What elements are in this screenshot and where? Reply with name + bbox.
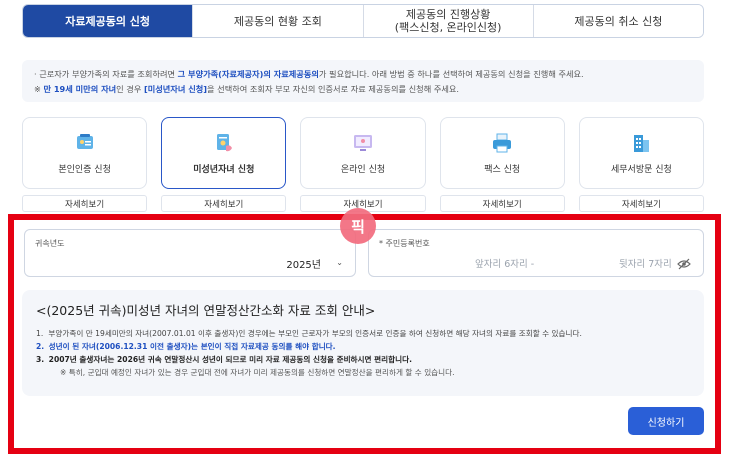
guide-list: 1. 부양가족이 만 19세미만의 자녀(2007.01.01 이후 출생자)인… <box>36 327 690 366</box>
details-button[interactable]: 자세히보기 <box>161 195 287 212</box>
method-card-minor-child[interactable]: 미성년자녀 신청 <box>161 117 287 189</box>
tab-consent-progress[interactable]: 제공동의 진행상황 (팩스신청, 온라인신청) <box>362 5 533 37</box>
item-text: 2007년 출생자녀는 2026년 귀속 연말정산시 성년이 되므로 미리 자료… <box>48 355 412 364</box>
watermark-badge: 픽 <box>340 208 376 244</box>
ssn-front-input[interactable]: 앞자리 6자리 - <box>475 256 534 270</box>
notice-text: 가 필요합니다. 아래 방법 중 하나를 선택하여 제공동의 신청을 진행해 주… <box>318 69 584 79</box>
method-cards: 본인인증 신청 자세히보기 미성년자녀 신청 자세히보기 온라인 신청 자세히보… <box>22 117 705 212</box>
method-column: 세무서방문 신청 자세히보기 <box>578 117 705 212</box>
item-text: 성년이 된 자녀(2006.12.31 이전 출생자)는 본인이 직접 자료제공… <box>48 342 336 351</box>
item-number: 2. <box>36 342 45 351</box>
guide-item: 3. 2007년 출생자녀는 2026년 귀속 연말정산시 성년이 되므로 미리… <box>36 353 690 366</box>
method-card-online[interactable]: 온라인 신청 <box>300 117 426 189</box>
id-card-icon <box>74 132 96 154</box>
monitor-icon <box>352 132 374 154</box>
tab-bar: 자료제공동의 신청 제공동의 현황 조회 제공동의 진행상황 (팩스신청, 온라… <box>22 4 704 38</box>
guide-item: 1. 부양가족이 만 19세미만의 자녀(2007.01.01 이후 출생자)인… <box>36 327 690 340</box>
method-column: 본인인증 신청 자세히보기 <box>22 117 148 212</box>
notice-highlight: [미성년자녀 신청] <box>143 84 208 94</box>
notice-highlight: 만 19세 미만의 자녀 <box>43 84 117 94</box>
method-column: 미성년자녀 신청 자세히보기 <box>161 117 287 212</box>
method-column: 팩스 신청 자세히보기 <box>439 117 565 212</box>
notice-line-1: · 근로자가 부양가족의 자료를 조회하려면 그 부양가족(자료제공자)의 자료… <box>34 67 692 82</box>
method-label: 온라인 신청 <box>340 164 386 175</box>
method-label: 미성년자녀 신청 <box>193 164 255 175</box>
ssn-back-input[interactable]: 뒷자리 7자리 <box>619 256 672 270</box>
tab-consent-status[interactable]: 제공동의 현황 조회 <box>192 5 363 37</box>
eye-slash-icon[interactable] <box>677 255 691 270</box>
tab-data-consent-request[interactable]: 자료제공동의 신청 <box>23 5 193 37</box>
method-card-tax-office-visit[interactable]: 세무서방문 신청 <box>578 117 705 189</box>
fax-printer-icon <box>491 132 513 154</box>
notice-text: · 근로자가 부양가족의 자료를 조회하려면 <box>34 69 178 79</box>
details-button[interactable]: 자세히보기 <box>578 195 705 212</box>
method-label: 세무서방문 신청 <box>611 164 672 175</box>
item-text: 부양가족이 만 19세미만의 자녀(2007.01.01 이후 출생자)인 경우… <box>48 329 582 338</box>
tab-consent-cancel[interactable]: 제공동의 취소 신청 <box>532 5 703 37</box>
apply-button[interactable]: 신청하기 <box>628 407 704 435</box>
selected-year: 2025년 <box>286 260 321 271</box>
child-document-icon <box>213 132 235 154</box>
guide-item: 2. 성년이 된 자녀(2006.12.31 이전 출생자)는 본인이 직접 자… <box>36 340 690 353</box>
method-label: 본인인증 신청 <box>58 164 111 175</box>
guide-title: <(2025년 귀속)미성년 자녀의 연말정산간소화 자료 조회 안내> <box>36 303 376 318</box>
method-column: 온라인 신청 자세히보기 <box>300 117 426 212</box>
item-number: 3. <box>36 355 45 364</box>
resident-number-field[interactable]: * 주민등록번호 앞자리 6자리 - 뒷자리 7자리 <box>368 229 704 277</box>
method-label: 팩스 신청 <box>484 164 521 175</box>
details-button[interactable]: 자세히보기 <box>22 195 148 212</box>
notice-text: 인 경우 <box>116 84 144 94</box>
method-card-fax[interactable]: 팩스 신청 <box>439 117 565 189</box>
field-label: * 주민등록번호 <box>379 239 430 248</box>
notice-text: 을 선택하여 조회자 부모 자신의 인증서로 자료 제공동의를 신청해 주세요. <box>207 84 460 94</box>
details-button[interactable]: 자세히보기 <box>439 195 565 212</box>
notice-line-2: ※ 만 19세 미만의 자녀인 경우 [미성년자녀 신청]을 선택하여 조회자 … <box>34 82 692 97</box>
chevron-down-icon: ⌄ <box>336 258 343 267</box>
field-label: 귀속년도 <box>35 239 65 248</box>
guide-info-box: <(2025년 귀속)미성년 자녀의 연말정산간소화 자료 조회 안내> 1. … <box>22 290 704 396</box>
item-number: 1. <box>36 329 44 338</box>
notice-box: · 근로자가 부양가족의 자료를 조회하려면 그 부양가족(자료제공자)의 자료… <box>22 60 704 102</box>
notice-highlight: 그 부양가족(자료제공자)의 자료제공동의 <box>177 69 319 79</box>
office-building-icon <box>630 132 652 154</box>
attribution-year-select[interactable]: 귀속년도 2025년 ⌄ <box>24 229 356 277</box>
guide-sub-note: ※ 특히, 군입대 예정인 자녀가 있는 경우 군입대 전에 자녀가 미리 제공… <box>60 368 455 377</box>
method-card-self-auth[interactable]: 본인인증 신청 <box>22 117 148 189</box>
